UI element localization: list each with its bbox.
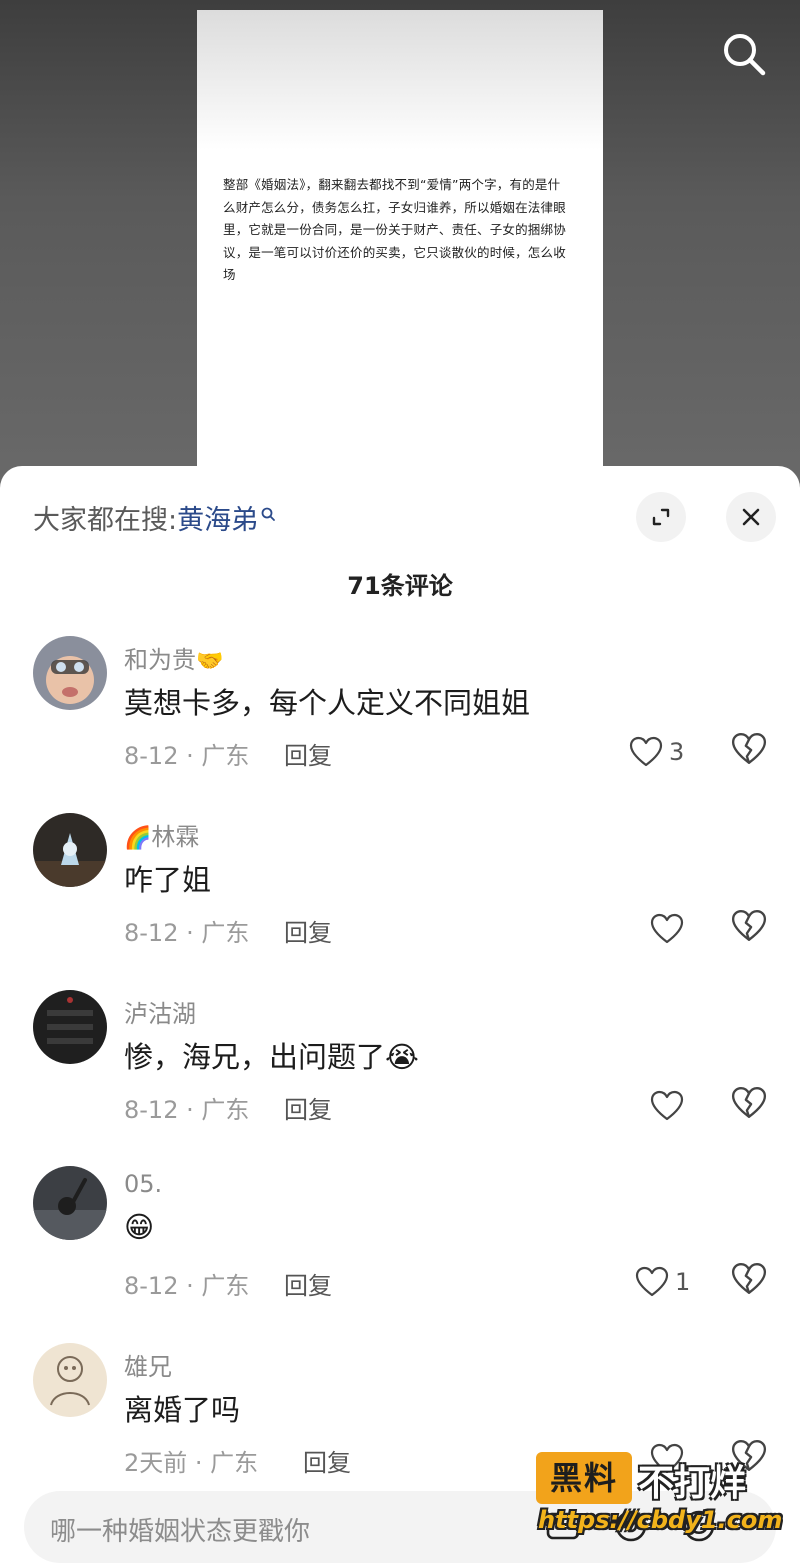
like-button[interactable] bbox=[650, 1086, 684, 1126]
rainbow-emoji: 🌈 bbox=[124, 826, 152, 851]
like-button[interactable] bbox=[650, 909, 684, 949]
crying-emoji: 😭 bbox=[385, 1040, 419, 1074]
close-button[interactable] bbox=[726, 492, 776, 542]
search-icon bbox=[724, 34, 766, 76]
broken-heart-icon bbox=[731, 910, 767, 941]
like-button[interactable]: 1 bbox=[635, 1262, 690, 1302]
heart-icon bbox=[650, 1090, 684, 1121]
expand-icon bbox=[652, 508, 670, 526]
video-frame[interactable]: 整部《婚姻法》，翻来翻去都找不到“爱情”两个字，有的是什么财产怎么分，债务怎么扛… bbox=[197, 10, 603, 480]
dislike-button[interactable] bbox=[731, 732, 769, 770]
heart-icon bbox=[635, 1266, 669, 1297]
comment-sheet: 大家都在搜:黄海弟 71条评论 和为贵🤝 莫想卡多，每个人定义不同姐姐 8-12… bbox=[0, 466, 800, 1565]
comment-username[interactable]: 雄兄 bbox=[124, 1347, 172, 1382]
broken-heart-icon bbox=[731, 1263, 767, 1294]
reply-button[interactable]: 回复 bbox=[284, 1266, 332, 1301]
comment-count-title: 71条评论 bbox=[347, 572, 453, 600]
comment-text: 莫想卡多，每个人定义不同姐姐 bbox=[124, 686, 531, 720]
avatar[interactable] bbox=[33, 636, 107, 710]
expand-button[interactable] bbox=[636, 492, 686, 542]
comment-username[interactable]: 泸沽湖 bbox=[124, 994, 196, 1029]
search-button[interactable] bbox=[718, 28, 770, 80]
heart-icon bbox=[650, 913, 684, 944]
comment-meta: 8-12 · 广东 bbox=[124, 1272, 250, 1300]
comment-input-placeholder: 哪一种婚姻状态更戳你 bbox=[50, 1517, 311, 1547]
avatar[interactable] bbox=[33, 1343, 107, 1417]
reply-button[interactable]: 回复 bbox=[284, 913, 332, 948]
handshake-emoji: 🤝 bbox=[196, 649, 224, 674]
comment-meta: 8-12 · 广东 bbox=[124, 1096, 250, 1124]
comment-username[interactable]: 05. bbox=[124, 1170, 162, 1198]
avatar[interactable] bbox=[33, 813, 107, 887]
grinning-emoji: 😁 bbox=[124, 1210, 155, 1244]
comment-text: 离婚了吗 bbox=[124, 1393, 241, 1427]
comment-item: 和为贵🤝 莫想卡多，每个人定义不同姐姐 8-12 · 广东 回复 3 bbox=[0, 636, 800, 812]
comment-text: 咋了姐 bbox=[124, 863, 212, 897]
comment-item: 05. 😁 8-12 · 广东 回复 1 bbox=[0, 1166, 800, 1342]
watermark-text: 不打烊 bbox=[638, 1463, 747, 1504]
comment-meta: 2天前 · 广东 bbox=[124, 1449, 259, 1477]
comment-meta: 8-12 · 广东 bbox=[124, 742, 250, 770]
dislike-button[interactable] bbox=[731, 909, 769, 947]
watermark: 黑料 不打烊 https://cbdy1.com bbox=[530, 1452, 783, 1552]
reply-button[interactable]: 回复 bbox=[284, 736, 332, 771]
reply-button[interactable]: 回复 bbox=[284, 1090, 332, 1125]
reply-button[interactable]: 回复 bbox=[303, 1443, 351, 1478]
like-count: 3 bbox=[669, 738, 685, 766]
comment-meta: 8-12 · 广东 bbox=[124, 919, 250, 947]
trending-prefix: 大家都在搜: bbox=[33, 505, 178, 536]
heart-icon bbox=[629, 736, 663, 767]
close-icon bbox=[742, 508, 760, 526]
watermark-badge: 黑料 bbox=[536, 1452, 632, 1504]
broken-heart-icon bbox=[731, 1087, 767, 1118]
search-small-icon bbox=[260, 498, 276, 529]
comment-username[interactable]: 🌈林霖 bbox=[124, 817, 199, 852]
trending-search[interactable]: 大家都在搜:黄海弟 bbox=[33, 498, 276, 537]
dislike-button[interactable] bbox=[731, 1262, 769, 1300]
comment-item: 泸沽湖 惨，海兄，出问题了😭 8-12 · 广东 回复 bbox=[0, 990, 800, 1166]
sheet-header: 大家都在搜:黄海弟 bbox=[0, 466, 800, 566]
like-button[interactable]: 3 bbox=[629, 732, 684, 772]
comment-item: 🌈林霖 咋了姐 8-12 · 广东 回复 bbox=[0, 813, 800, 989]
comment-username[interactable]: 和为贵🤝 bbox=[124, 640, 223, 675]
avatar[interactable] bbox=[33, 990, 107, 1064]
video-caption: 整部《婚姻法》，翻来翻去都找不到“爱情”两个字，有的是什么财产怎么分，债务怎么扛… bbox=[223, 177, 566, 282]
avatar[interactable] bbox=[33, 1166, 107, 1240]
trending-keyword[interactable]: 黄海弟 bbox=[177, 505, 258, 536]
dislike-button[interactable] bbox=[731, 1086, 769, 1124]
comment-text: 惨，海兄，出问题了😭 bbox=[124, 1040, 419, 1074]
broken-heart-icon bbox=[731, 733, 767, 764]
watermark-url: https://cbdy1.com bbox=[538, 1506, 783, 1534]
like-count: 1 bbox=[675, 1268, 691, 1296]
